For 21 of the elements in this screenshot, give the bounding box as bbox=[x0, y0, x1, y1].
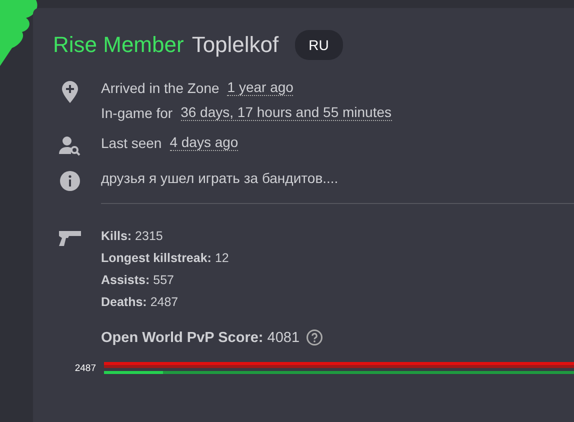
info-value: 36 days, 17 hours and 55 minutes bbox=[180, 105, 392, 121]
stat-line: Assists: 557 bbox=[101, 273, 175, 287]
info-icon bbox=[60, 171, 80, 191]
pistol-icon bbox=[58, 230, 82, 246]
user-search-icon bbox=[59, 136, 81, 156]
help-icon[interactable] bbox=[306, 329, 323, 346]
bar-label: 2487 bbox=[74, 362, 96, 374]
region-badge: RU bbox=[294, 30, 343, 60]
location-pin-icon bbox=[62, 81, 78, 103]
stat-line: Kills: 2315 bbox=[101, 229, 164, 243]
info-value: 4 days ago bbox=[170, 135, 238, 151]
stat-line: Longest killstreak: 12 bbox=[101, 251, 229, 265]
member-rank: Rise Member bbox=[53, 32, 184, 58]
info-label: Arrived in the Zone bbox=[101, 80, 220, 96]
info-value: 1 year ago bbox=[227, 80, 294, 96]
info-label: In-game for bbox=[101, 105, 173, 121]
info-label: друзья я ушел играть за бандитов.... bbox=[101, 170, 338, 186]
player-name: Toplelkof bbox=[192, 32, 279, 58]
pvp-score: Open World PvP Score: 4081 bbox=[101, 330, 300, 346]
info-label: Last seen bbox=[101, 135, 162, 151]
stat-line: Deaths: 2487 bbox=[101, 295, 180, 309]
